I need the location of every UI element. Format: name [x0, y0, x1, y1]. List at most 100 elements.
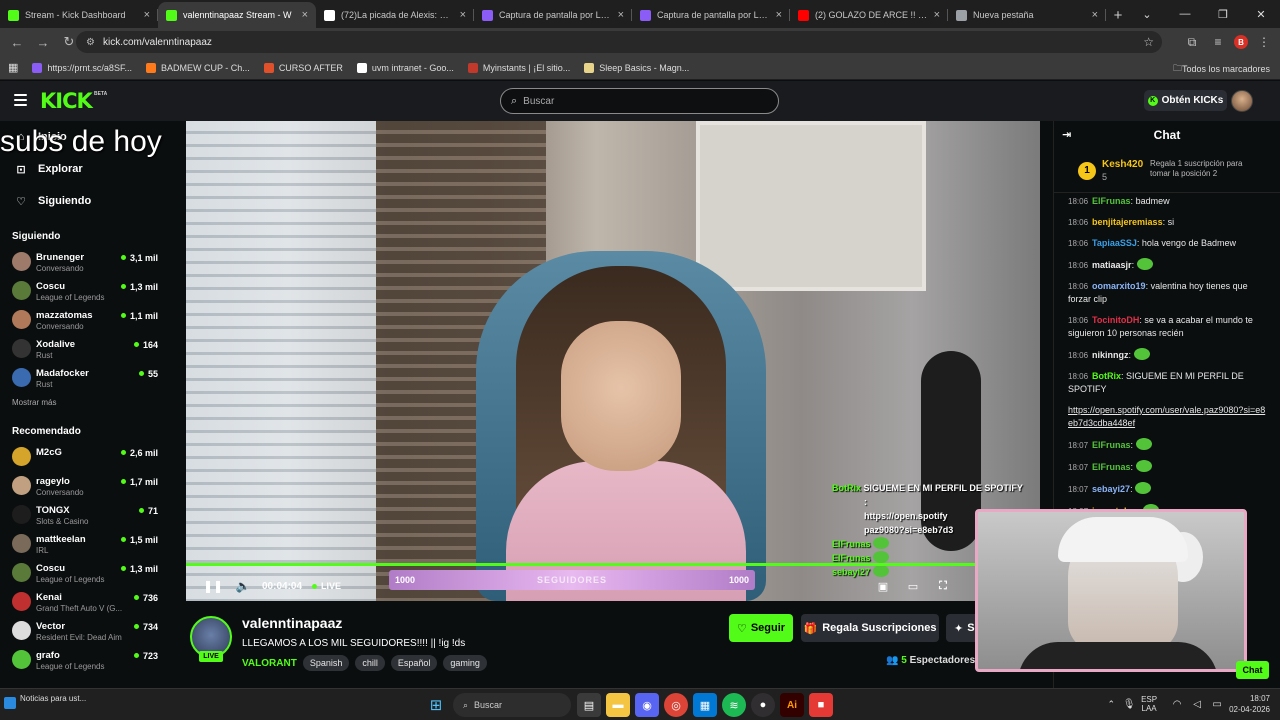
bookmark-star-icon[interactable]: ☆: [1143, 35, 1154, 49]
recorder-icon[interactable]: ■: [809, 693, 833, 717]
close-window-button[interactable]: ✕: [1242, 0, 1280, 28]
chat-username[interactable]: ElFrunas: [1092, 440, 1131, 450]
stream-tag[interactable]: gaming: [443, 655, 487, 671]
tab-close-icon[interactable]: ×: [934, 9, 940, 21]
volume-icon[interactable]: ◁: [1189, 699, 1205, 710]
chat-send-button[interactable]: Chat: [1236, 661, 1269, 679]
user-avatar[interactable]: [1231, 90, 1253, 112]
top-gifter-name[interactable]: Kesh420: [1102, 159, 1143, 170]
all-bookmarks-button[interactable]: 🗀 Todos los marcadores: [1173, 61, 1270, 77]
search-input[interactable]: ⌕ Buscar: [500, 88, 779, 114]
forward-button[interactable]: →: [30, 29, 56, 55]
tab-close-icon[interactable]: ×: [144, 9, 150, 21]
obs-icon[interactable]: ●: [751, 693, 775, 717]
fullscreen-icon[interactable]: ⛶: [928, 571, 958, 601]
tab-close-icon[interactable]: ×: [460, 9, 466, 21]
profile-avatar[interactable]: B: [1234, 35, 1248, 49]
video-player[interactable]: BotRix SIGUEME EN MI PERFIL DE SPOTIFY: h…: [186, 121, 1040, 601]
bookmark-item[interactable]: Sleep Basics - Magn...: [584, 62, 689, 73]
chat-username[interactable]: TocinitoDH: [1092, 315, 1139, 325]
chat-username[interactable]: ElFrunas: [1092, 196, 1131, 206]
gift-subs-button[interactable]: 🎁 Regala Suscripciones: [801, 614, 939, 642]
channel-name[interactable]: valenntinapaaz: [242, 615, 342, 631]
kick-logo[interactable]: KICK: [40, 89, 93, 113]
maximize-button[interactable]: ❐: [1204, 0, 1242, 28]
discord-icon[interactable]: ◉: [635, 693, 659, 717]
chat-username[interactable]: matiaasjr: [1092, 260, 1132, 270]
browser-tab[interactable]: valenntinapaaz Stream - W ×: [158, 2, 316, 28]
sidebar-channel[interactable]: M2cG 2,6 mil: [0, 442, 170, 471]
battery-icon[interactable]: ▭: [1209, 699, 1225, 710]
live-indicator[interactable]: LIVE: [312, 581, 341, 591]
volume-icon[interactable]: 🔈: [228, 571, 258, 601]
task-view-icon[interactable]: ▤: [577, 693, 601, 717]
bookmark-item[interactable]: uvm intranet - Goo...: [356, 62, 454, 73]
stream-tag[interactable]: Spanish: [302, 655, 350, 671]
tab-close-icon[interactable]: ×: [776, 9, 782, 21]
taskbar-search[interactable]: ⌕ Buscar: [453, 693, 571, 717]
collapse-chat-icon[interactable]: ⇥: [1062, 128, 1071, 141]
spotify-icon[interactable]: ≋: [722, 693, 746, 717]
start-icon[interactable]: ⊞: [424, 693, 448, 717]
tab-close-icon[interactable]: ×: [302, 9, 308, 21]
browser-tab[interactable]: (72)La picada de Alexis: Un Go ×: [316, 2, 474, 28]
chat-link[interactable]: https://open.spotify.com/user/vale.paz90…: [1068, 405, 1265, 428]
get-kicks-button[interactable]: K Obtén KICKs: [1144, 90, 1227, 111]
clock[interactable]: 18:07 02-04-2026: [1229, 693, 1270, 715]
tab-close-icon[interactable]: ×: [618, 9, 624, 21]
store-icon[interactable]: ▦: [693, 693, 717, 717]
bookmark-item[interactable]: https://prnt.sc/a8SF...: [32, 62, 132, 73]
sidebar-channel[interactable]: Coscu League of Legends 1,3 mil: [0, 558, 170, 587]
chat-username[interactable]: ElFrunas: [1092, 462, 1131, 472]
language-indicator[interactable]: ESP LAA: [1141, 695, 1157, 713]
browser-tab[interactable]: Captura de pantalla por Lightsh ×: [474, 2, 632, 28]
chat-username[interactable]: sebayi27: [1092, 484, 1130, 494]
sidebar-channel[interactable]: TONGX Slots & Casino 71: [0, 500, 170, 529]
sidebar-channel[interactable]: Vector Resident Evil: Dead Aim 734: [0, 616, 170, 645]
tray-overflow-icon[interactable]: ⌃: [1108, 699, 1116, 710]
back-button[interactable]: ←: [4, 29, 30, 55]
apps-grid-icon[interactable]: ▦: [8, 61, 18, 74]
media-control-icon[interactable]: ≡: [1208, 29, 1228, 55]
miniplayer-icon[interactable]: ▣: [868, 571, 898, 601]
chat-username[interactable]: TapiaaSSJ: [1092, 238, 1137, 248]
sidebar-channel[interactable]: mattkeelan IRL 1,5 mil: [0, 529, 170, 558]
show-more-link[interactable]: Mostrar más: [0, 398, 170, 412]
chat-username[interactable]: benjitajeremiass: [1092, 217, 1163, 227]
address-bar[interactable]: ⚙ kick.com/valenntinapaaz ☆: [76, 31, 1162, 53]
category-link[interactable]: VALORANT: [242, 658, 297, 669]
chat-username[interactable]: BotRix: [1092, 371, 1121, 381]
bookmark-item[interactable]: Myinstants | ¡El sitio...: [467, 62, 570, 73]
menu-kebab-icon[interactable]: ⋮: [1254, 29, 1274, 55]
sidebar-channel[interactable]: mazzatomas Conversando 1,1 mil: [0, 305, 170, 334]
browser-tab[interactable]: Stream - Kick Dashboard ×: [0, 2, 158, 28]
theater-mode-icon[interactable]: ▭: [898, 571, 928, 601]
sidebar-channel[interactable]: Kenai Grand Theft Auto V (G... 736: [0, 587, 170, 616]
tab-close-icon[interactable]: ×: [1092, 9, 1098, 21]
sidebar-channel[interactable]: Madafocker Rust 55: [0, 363, 170, 392]
new-tab-button[interactable]: +: [1106, 2, 1130, 28]
minimize-button[interactable]: —: [1166, 0, 1204, 28]
sidebar-nav-siguiendo[interactable]: ♡ Siguiendo: [0, 185, 170, 217]
sidebar-channel[interactable]: grafo League of Legends 723: [0, 645, 170, 674]
tab-search-icon[interactable]: ⌄: [1128, 0, 1166, 28]
browser-tab[interactable]: Captura de pantalla por Lightsh ×: [632, 2, 790, 28]
follow-button[interactable]: ♡ Seguir: [729, 614, 793, 642]
browser-tab[interactable]: (2) GOLAZO DE ARCE !! REACC ×: [790, 2, 948, 28]
chat-username[interactable]: oomarxito19: [1092, 281, 1146, 291]
microphone-icon[interactable]: 🎙: [1121, 699, 1137, 710]
site-info-icon[interactable]: ⚙: [86, 37, 95, 48]
pause-button[interactable]: ❚❚: [198, 571, 228, 601]
sidebar-channel[interactable]: Coscu League of Legends 1,3 mil: [0, 276, 170, 305]
seek-bar[interactable]: [186, 563, 1040, 566]
sidebar-channel[interactable]: Brunenger Conversando 3,1 mil: [0, 247, 170, 276]
extensions-icon[interactable]: ⧉: [1182, 29, 1202, 55]
stream-tag[interactable]: Español: [390, 655, 438, 671]
chat-username[interactable]: nikinngz: [1092, 350, 1129, 360]
chrome-icon[interactable]: ◎: [664, 693, 688, 717]
menu-hamburger-icon[interactable]: [14, 94, 27, 106]
bookmark-item[interactable]: CURSO AFTER: [263, 62, 343, 73]
sidebar-channel[interactable]: Xodalive Rust 164: [0, 334, 170, 363]
news-widget[interactable]: Noticias para ust...: [4, 693, 124, 717]
file-explorer-icon[interactable]: ▬: [606, 693, 630, 717]
